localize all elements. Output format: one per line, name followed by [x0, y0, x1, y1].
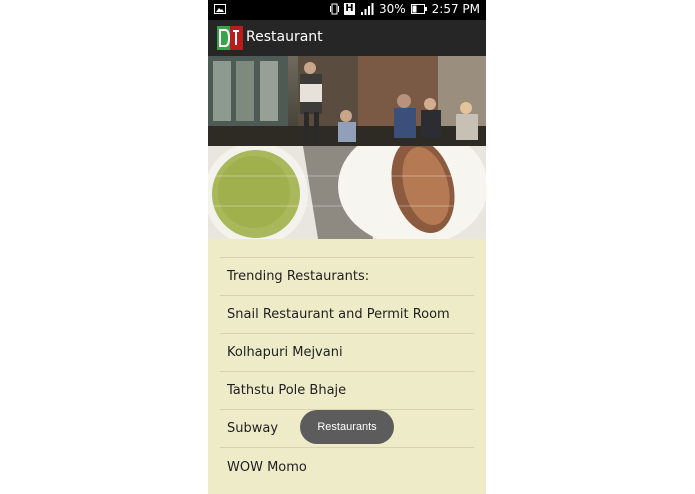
vibrate-icon [329, 3, 339, 15]
list-item[interactable]: Kolhapuri Mejvani [220, 334, 474, 372]
list-item[interactable]: WOW Momo [220, 448, 474, 486]
image-icon [214, 3, 226, 17]
signal-icon [360, 3, 374, 15]
list-item[interactable]: Snail Restaurant and Permit Room [220, 296, 474, 334]
battery-icon [410, 4, 427, 14]
clock: 2:57 PM [431, 2, 480, 16]
app-title: Restaurant [246, 29, 323, 45]
battery-percent: 30% [378, 2, 406, 16]
phone-screen: H 30% 2:57 PM Restaurant Trending Restau… [208, 0, 486, 494]
restaurant-list: Trending Restaurants: Snail Restaurant a… [220, 257, 474, 486]
list-item[interactable]: Tathstu Pole Bhaje [220, 372, 474, 410]
toast-message: Restaurants [300, 410, 394, 444]
cafe-banner-image [208, 56, 486, 146]
food-banner-image [208, 146, 486, 239]
app-logo-icon[interactable] [217, 26, 243, 50]
list-header: Trending Restaurants: [220, 258, 474, 296]
app-bar: Restaurant [208, 20, 486, 56]
status-bar: H 30% 2:57 PM [208, 0, 486, 20]
network-type-indicator: H [343, 3, 355, 15]
